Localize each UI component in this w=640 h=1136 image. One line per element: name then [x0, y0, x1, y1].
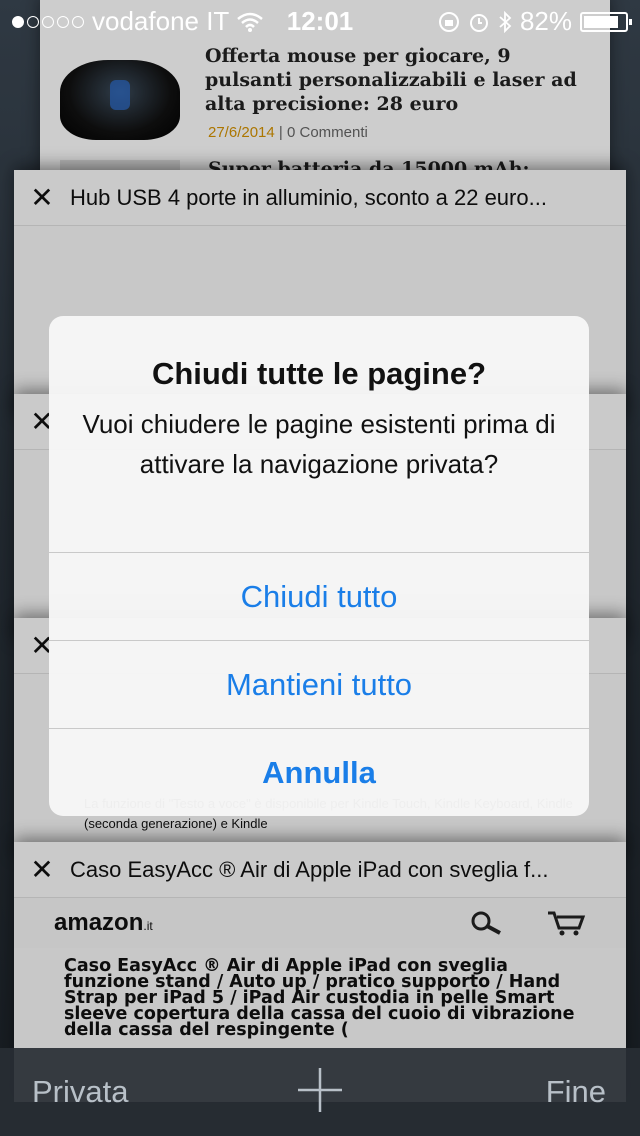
status-bar: vodafone IT 12:01 82%: [0, 0, 640, 40]
battery-percent: 82%: [519, 6, 572, 36]
alert-title: Chiudi tutte le pagine?: [151, 356, 487, 391]
status-right: 82%: [438, 6, 632, 37]
alert-message: Vuoi chiudere le pagine esistenti prima …: [82, 409, 556, 479]
close-all-button[interactable]: Chiudi tutto: [49, 552, 589, 640]
rotation-lock-icon: [438, 11, 459, 32]
add-tab-icon[interactable]: [296, 1066, 344, 1114]
cancel-button[interactable]: Annulla: [49, 728, 589, 816]
battery-icon: [580, 11, 632, 32]
bluetooth-icon: [499, 10, 512, 33]
private-button[interactable]: Privata: [32, 1074, 128, 1110]
close-all-pages-alert: Chiudi tutte le pagine? Vuoi chiudere le…: [49, 316, 589, 816]
alarm-icon: [469, 13, 488, 32]
keep-all-button[interactable]: Mantieni tutto: [49, 640, 589, 728]
bottom-toolbar: Privata Fine: [0, 1048, 640, 1136]
done-button[interactable]: Fine: [546, 1074, 606, 1110]
